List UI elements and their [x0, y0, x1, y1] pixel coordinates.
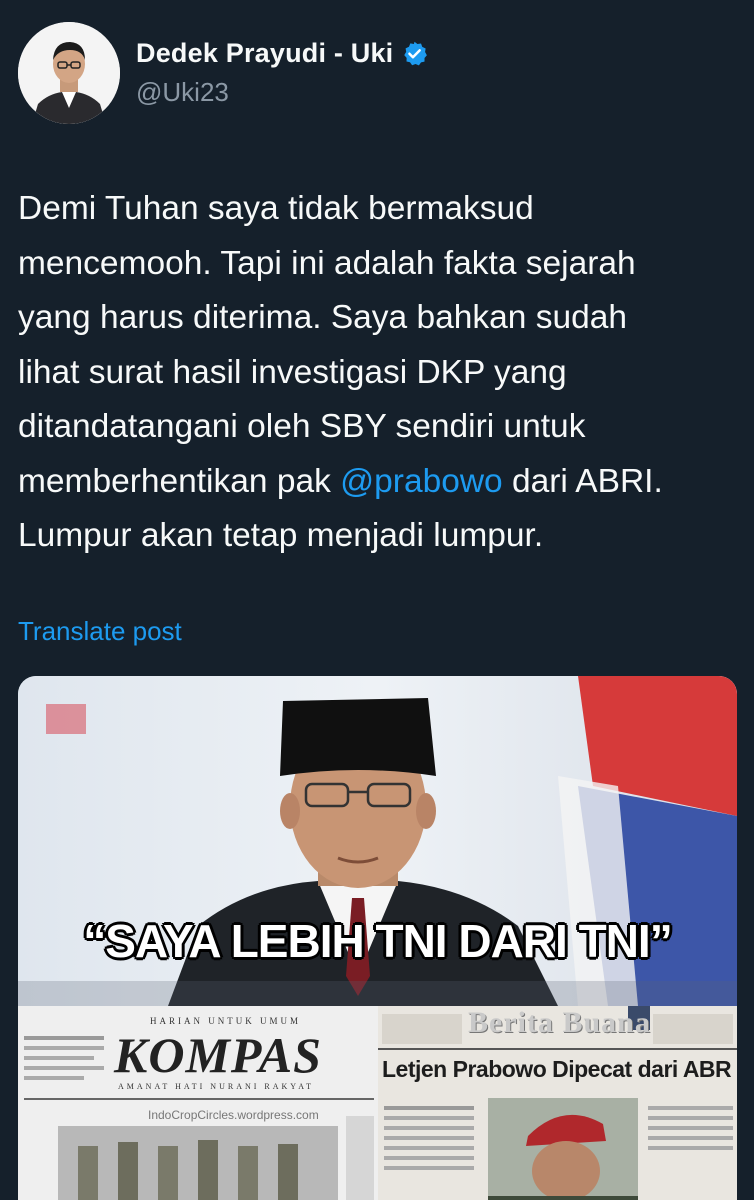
- translate-post-link[interactable]: Translate post: [18, 616, 182, 647]
- mention-link[interactable]: @prabowo: [340, 463, 503, 500]
- clipping-headline: Letjen Prabowo Dipecat dari ABR: [382, 1056, 732, 1082]
- tweet-text-part: Demi Tuhan saya tidak bermaksud mencemoo…: [18, 190, 636, 500]
- meme-caption: “SAYA LEBIH TNI DARI TNI”: [83, 915, 672, 967]
- tweet-media-image[interactable]: “SAYA LEBIH TNI DARI TNI” HARIAN UNTUK U…: [18, 676, 737, 1200]
- verified-badge-icon: [404, 41, 428, 66]
- kompas-clipping: HARIAN UNTUK UMUM KOMPAS AMANAT HATI NUR…: [18, 1006, 378, 1200]
- newspaper-texture-icon: [24, 1036, 374, 1200]
- display-name[interactable]: Dedek Prayudi - Uki: [136, 38, 393, 69]
- tweet-header: Dedek Prayudi - Uki @Uki23: [18, 22, 738, 128]
- berita-buana-logo: Berita Buana: [468, 1006, 651, 1039]
- tweet-text: Demi Tuhan saya tidak bermaksud mencemoo…: [18, 182, 743, 564]
- avatar-photo-icon: [18, 22, 120, 124]
- profile-avatar[interactable]: [18, 22, 120, 124]
- berita-buana-clipping: Berita Buana Letjen Prabowo Dipecat dari…: [378, 1006, 737, 1200]
- user-handle[interactable]: @Uki23: [136, 77, 428, 108]
